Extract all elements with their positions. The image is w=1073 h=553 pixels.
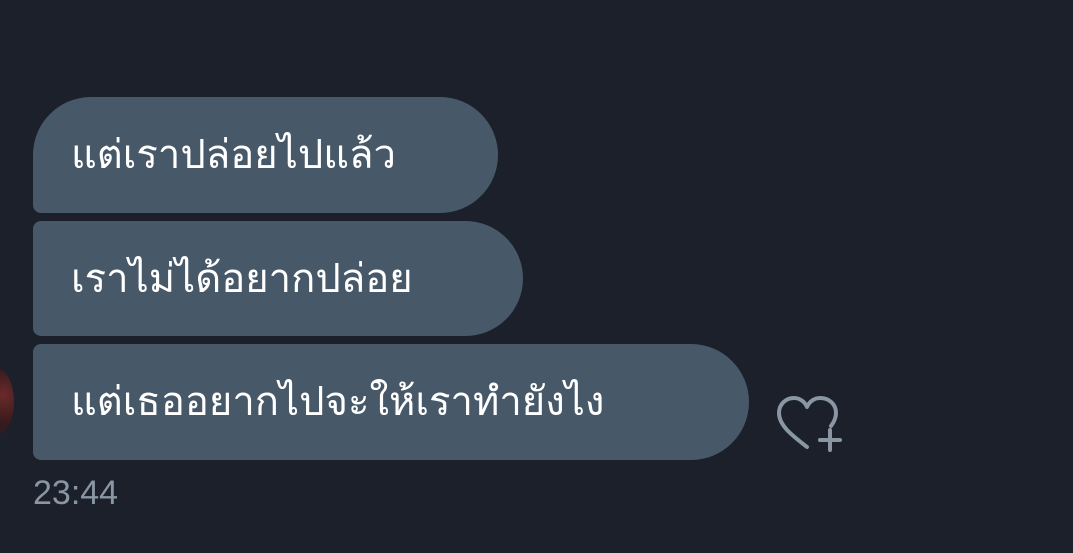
message-bubble[interactable]: แต่เธออยากไปจะให้เราทำยังไง	[33, 344, 749, 460]
heart-plus-icon	[777, 396, 842, 452]
message-bubble[interactable]: เราไม่ได้อยากปล่อย	[33, 221, 523, 336]
message-bubble[interactable]: แต่เราปล่อยไปแล้ว	[33, 97, 498, 213]
chat-thread: แต่เราปล่อยไปแล้ว เราไม่ได้อยากปล่อย แต่…	[0, 0, 1073, 553]
add-reaction-button[interactable]	[774, 392, 846, 454]
message-timestamp: 23:44	[33, 474, 119, 512]
message-text: แต่เราปล่อยไปแล้ว	[71, 132, 396, 178]
message-text: เราไม่ได้อยากปล่อย	[71, 255, 413, 302]
message-text: แต่เธออยากไปจะให้เราทำยังไง	[71, 379, 605, 425]
avatar[interactable]	[0, 368, 14, 436]
